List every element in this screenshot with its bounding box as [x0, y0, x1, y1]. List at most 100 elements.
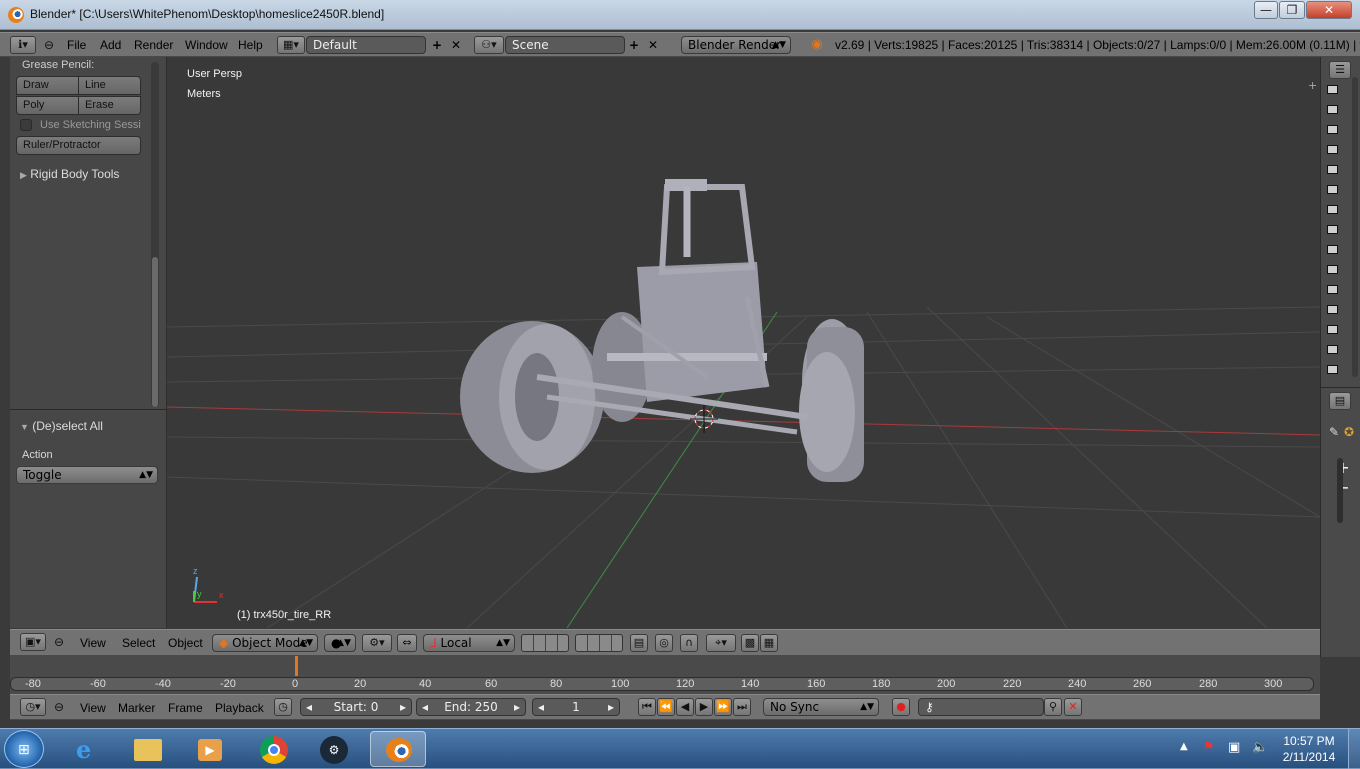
menu-view[interactable]: View [80, 701, 106, 715]
record-icon[interactable]: ● [892, 698, 910, 716]
view3d-editor-icon[interactable]: ▣▾ [20, 633, 46, 651]
grease-erase-button[interactable]: Erase [78, 96, 141, 115]
play-icon[interactable]: ▶ [695, 698, 713, 716]
menu-render[interactable]: Render [134, 38, 173, 52]
menu-help[interactable]: Help [238, 38, 263, 52]
3d-viewport[interactable]: + User Persp Meters (1) trx450r_tire_RR … [167, 57, 1320, 628]
current-frame-marker[interactable] [295, 656, 298, 676]
outliner-scrollbar[interactable] [1352, 77, 1358, 377]
object-icon[interactable] [1327, 265, 1338, 274]
menu-playback[interactable]: Playback [215, 701, 264, 715]
delete-layout-icon[interactable]: ✕ [448, 37, 464, 53]
menu-window[interactable]: Window [185, 38, 228, 52]
action-dropdown[interactable]: Toggle ▲▼ [16, 466, 158, 484]
layer-buttons-left[interactable] [521, 634, 569, 652]
object-icon[interactable] [1327, 285, 1338, 294]
maximize-button[interactable]: ❐ [1279, 1, 1305, 19]
proportional-edit-icon[interactable]: ◎ [655, 634, 673, 652]
next-keyframe-icon[interactable]: ⏩ [714, 698, 732, 716]
decrement-arrow-icon[interactable]: ◂ [422, 699, 428, 715]
start-frame-field[interactable]: ◂ Start: 0 ▸ [300, 698, 412, 716]
object-icon[interactable] [1327, 325, 1338, 334]
collapse-menu-icon[interactable]: ⊖ [42, 37, 56, 53]
grease-draw-button[interactable]: Draw [16, 76, 79, 95]
menu-file[interactable]: File [67, 38, 86, 52]
add-layout-icon[interactable]: + [429, 37, 445, 53]
prev-keyframe-icon[interactable]: ⏪ [657, 698, 675, 716]
wrench-icon[interactable]: ✎ [1326, 424, 1342, 440]
render-engine-dropdown[interactable]: Blender Render ▲▼ [681, 36, 791, 54]
viewport-expand-icon[interactable]: + [1308, 79, 1317, 92]
object-icon[interactable] [1327, 165, 1338, 174]
object-icon[interactable] [1327, 305, 1338, 314]
pivot-point-icon[interactable]: ⚙▾ [362, 634, 392, 652]
properties-panel[interactable]: ▤ ✎ ✪ + − [1320, 387, 1360, 657]
zoom-slider[interactable] [1337, 458, 1343, 523]
render-preview-icon[interactable]: ▩ [741, 634, 759, 652]
close-button[interactable]: ✕ [1306, 1, 1352, 19]
mode-dropdown[interactable]: ◆ Object Mode ▲▼ [212, 634, 318, 652]
clock-date[interactable]: 2/11/2014 [1274, 750, 1344, 764]
layer-buttons-right[interactable] [575, 634, 623, 652]
insert-keyframe-icon[interactable]: ⚲ [1044, 698, 1062, 716]
network-icon[interactable]: ▣ [1228, 740, 1240, 755]
timeline-ruler[interactable]: -80 -60 -40 -20 0 20 40 60 80 100 120 14… [10, 677, 1314, 691]
object-icon[interactable] [1327, 145, 1338, 154]
timeline-editor-icon[interactable]: ◷▾ [20, 698, 46, 716]
keying-set-field[interactable]: ⚷ [918, 698, 1044, 716]
taskbar-blender[interactable] [370, 731, 426, 767]
increment-arrow-icon[interactable]: ▸ [514, 699, 520, 715]
rigid-body-tools-panel[interactable]: ▶ Rigid Body Tools [20, 167, 119, 181]
screen-layout-field[interactable]: Default [306, 36, 426, 54]
collapse-menu-icon[interactable]: ⊖ [52, 699, 66, 715]
tool-shelf-scrollbar[interactable] [151, 62, 159, 407]
minimize-button[interactable]: — [1254, 1, 1278, 19]
object-icon[interactable] [1327, 185, 1338, 194]
menu-select[interactable]: Select [122, 636, 155, 650]
action-center-icon[interactable]: ⚑ [1203, 740, 1215, 755]
sync-dropdown[interactable]: No Sync ▲▼ [763, 698, 879, 716]
outliner-editor-icon[interactable]: ☰ [1329, 61, 1351, 79]
material-icon[interactable]: ✪ [1341, 424, 1357, 440]
collapse-menu-icon[interactable]: ⊖ [52, 634, 66, 650]
play-reverse-icon[interactable]: ◀ [676, 698, 694, 716]
delete-scene-icon[interactable]: ✕ [645, 37, 661, 53]
jump-end-icon[interactable]: ⏭ [733, 698, 751, 716]
volume-icon[interactable]: 🔈 [1252, 740, 1268, 755]
layer-lock-icon[interactable]: ▤ [630, 634, 648, 652]
current-frame-field[interactable]: ◂ 1 ▸ [532, 698, 620, 716]
grease-line-button[interactable]: Line [78, 76, 141, 95]
object-icon[interactable] [1327, 85, 1338, 94]
object-icon[interactable] [1327, 365, 1338, 374]
atv-model[interactable] [460, 179, 864, 482]
increment-arrow-icon[interactable]: ▸ [400, 699, 406, 715]
manipulator-icon[interactable]: ⇔ [397, 634, 417, 652]
delete-keyframe-icon[interactable]: ✕ [1064, 698, 1082, 716]
clock-time[interactable]: 10:57 PM [1274, 734, 1344, 748]
start-button[interactable]: ⊞ [4, 730, 44, 768]
snap-icon[interactable]: ⌖▾ [706, 634, 736, 652]
transform-orientation-dropdown[interactable]: ⅃ Local ▲▼ [423, 634, 515, 652]
menu-view[interactable]: View [80, 636, 106, 650]
outliner-panel[interactable]: ☰ [1320, 57, 1360, 387]
decrement-arrow-icon[interactable]: ◂ [306, 699, 312, 715]
properties-editor-icon[interactable]: ▤ [1329, 392, 1351, 410]
show-desktop-button[interactable] [1348, 729, 1360, 769]
taskbar-steam[interactable]: ⚙ [306, 731, 362, 767]
object-icon[interactable] [1327, 345, 1338, 354]
scene-field[interactable]: Scene [505, 36, 625, 54]
menu-marker[interactable]: Marker [118, 701, 155, 715]
object-icon[interactable] [1327, 105, 1338, 114]
object-icon[interactable] [1327, 245, 1338, 254]
decrement-arrow-icon[interactable]: ◂ [538, 699, 544, 715]
add-scene-icon[interactable]: + [626, 37, 642, 53]
proportional-falloff-icon[interactable]: ∩ [680, 634, 698, 652]
shading-dropdown[interactable]: ● ▲▼ [324, 634, 356, 652]
menu-object[interactable]: Object [168, 636, 203, 650]
use-sketching-checkbox[interactable] [20, 119, 32, 131]
preview-range-icon[interactable]: ◷ [274, 698, 292, 716]
3d-cursor[interactable] [690, 405, 718, 433]
object-icon[interactable] [1327, 125, 1338, 134]
operator-panel-header[interactable]: ▼ (De)select All [20, 419, 103, 433]
show-hidden-icons-icon[interactable]: ▲ [1180, 741, 1188, 752]
